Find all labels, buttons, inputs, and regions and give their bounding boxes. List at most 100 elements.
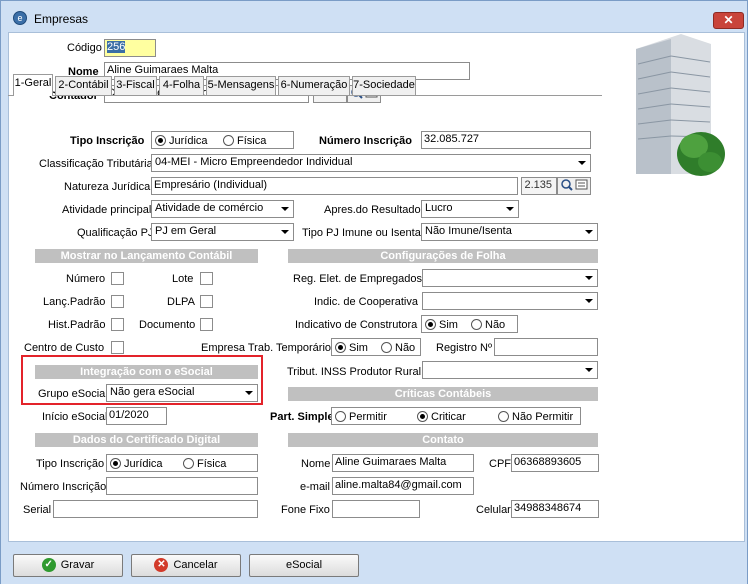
lancamento-section-header: Mostrar no Lançamento Contábil bbox=[35, 249, 258, 263]
chevron-down-icon bbox=[578, 161, 586, 165]
natureza-label: Natureza Jurídica bbox=[64, 181, 151, 193]
natureza-search-button[interactable] bbox=[557, 177, 591, 195]
nao-permitir-radio[interactable] bbox=[498, 411, 509, 422]
reg-elet-select[interactable] bbox=[422, 269, 598, 287]
tipo-pj-value: Não Imune/Isenta bbox=[425, 225, 512, 237]
cpf-input[interactable]: 06368893605 bbox=[511, 454, 599, 472]
gravar-button[interactable]: ✓ Gravar bbox=[13, 554, 123, 577]
building-icon bbox=[636, 34, 725, 176]
tab-folha[interactable]: 4-Folha bbox=[159, 76, 204, 95]
folha-section-header: Configurações de Folha bbox=[288, 249, 598, 263]
celular-input[interactable]: 34988348674 bbox=[511, 500, 599, 518]
lote-checkbox[interactable] bbox=[200, 272, 213, 285]
cpf-label: CPF bbox=[489, 458, 511, 470]
class-trib-select[interactable]: 04-MEI - Micro Empreendedor Individual bbox=[151, 154, 591, 172]
tipo-fisica-radio[interactable] bbox=[223, 135, 234, 146]
documento-checkbox[interactable] bbox=[200, 318, 213, 331]
cancel-icon: ✕ bbox=[154, 558, 169, 573]
constr-sim-radio[interactable] bbox=[425, 319, 436, 330]
cancelar-label: Cancelar bbox=[173, 559, 218, 571]
atividade-select[interactable]: Atividade de comércio bbox=[151, 200, 294, 218]
centro-custo-checkbox[interactable] bbox=[111, 341, 124, 354]
close-button[interactable]: ✕ bbox=[713, 12, 744, 29]
indic-coop-select[interactable] bbox=[422, 292, 598, 310]
tab-mensagens[interactable]: 5-Mensagens bbox=[206, 76, 276, 95]
tipo-juridica-label: Jurídica bbox=[169, 135, 208, 147]
tab-fiscal[interactable]: 3-Fiscal bbox=[114, 76, 157, 95]
trab-sim-label: Sim bbox=[349, 342, 368, 354]
natureza-input[interactable]: Empresário (Individual) bbox=[151, 177, 518, 195]
lote-label: Lote bbox=[172, 273, 194, 285]
qualif-label: Qualificação PJ bbox=[77, 227, 154, 239]
lanc-padrao-checkbox[interactable] bbox=[111, 295, 124, 308]
search-icon bbox=[561, 179, 588, 191]
tipo-pj-label: Tipo PJ Imune ou Isenta bbox=[302, 227, 421, 239]
trab-nao-radio[interactable] bbox=[381, 342, 392, 353]
permitir-label: Permitir bbox=[349, 411, 387, 423]
tipo-pj-select[interactable]: Não Imune/Isenta bbox=[421, 223, 598, 241]
empresas-window: e Empresas ✕ Código 256 Nome Aline Guima… bbox=[0, 0, 748, 584]
class-trib-value: 04-MEI - Micro Empreendedor Individual bbox=[155, 156, 353, 168]
documento-label: Documento bbox=[139, 319, 196, 331]
tab-sociedade[interactable]: 7-Sociedade bbox=[352, 76, 416, 95]
esocial-button[interactable]: eSocial bbox=[249, 554, 359, 577]
cert-fisica-radio[interactable] bbox=[183, 458, 194, 469]
tab-contabil[interactable]: 2-Contábil bbox=[55, 76, 112, 95]
tab-numeracao[interactable]: 6-Numeração bbox=[278, 76, 350, 95]
app-icon: e bbox=[13, 11, 27, 25]
contato-nome-label: Nome bbox=[301, 458, 331, 470]
tipo-fisica-label: Física bbox=[237, 135, 267, 147]
tab-geral[interactable]: 1-Geral bbox=[13, 74, 53, 96]
empresa-trab-label: Empresa Trab. Temporário bbox=[201, 342, 332, 354]
footer-bar: ✓ Gravar ✕ Cancelar eSocial bbox=[1, 544, 747, 584]
numero-inscricao-input[interactable]: 32.085.727 bbox=[421, 131, 591, 149]
trab-sim-radio[interactable] bbox=[335, 342, 346, 353]
codigo-value: 256 bbox=[107, 41, 126, 53]
chevron-down-icon bbox=[585, 299, 593, 303]
qualif-select[interactable]: PJ em Geral bbox=[151, 223, 294, 241]
apres-label: Apres.do Resultado bbox=[324, 204, 421, 216]
celular-label: Celular bbox=[476, 504, 511, 516]
cert-juridica-radio[interactable] bbox=[110, 458, 121, 469]
contato-nome-input[interactable]: Aline Guimaraes Malta bbox=[332, 454, 474, 472]
inicio-esocial-input[interactable]: 01/2020 bbox=[106, 407, 167, 425]
criticar-radio[interactable] bbox=[417, 411, 428, 422]
email-input[interactable]: aline.malta84@gmail.com bbox=[332, 477, 474, 495]
tipo-inscricao-label: Tipo Inscrição bbox=[70, 135, 145, 147]
centro-custo-label: Centro de Custo bbox=[24, 342, 105, 354]
indic-constr-label: Indicativo de Construtora bbox=[295, 319, 418, 331]
apres-value: Lucro bbox=[425, 202, 453, 214]
reg-elet-label: Reg. Elet. de Empregados bbox=[293, 273, 423, 285]
cancelar-button[interactable]: ✕ Cancelar bbox=[131, 554, 241, 577]
cert-tipo-label: Tipo Inscrição bbox=[36, 458, 105, 470]
constr-sim-label: Sim bbox=[439, 319, 458, 331]
atividade-value: Atividade de comércio bbox=[155, 202, 264, 214]
numero-checkbox[interactable] bbox=[111, 272, 124, 285]
apres-select[interactable]: Lucro bbox=[421, 200, 519, 218]
natureza-code[interactable]: 2.135 bbox=[521, 177, 557, 195]
certificado-section-header: Dados do Certificado Digital bbox=[35, 433, 258, 447]
cert-serial-input[interactable] bbox=[53, 500, 258, 518]
hist-padrao-label: Hist.Padrão bbox=[48, 319, 106, 331]
cert-numero-input[interactable] bbox=[106, 477, 258, 495]
tribut-inss-select[interactable] bbox=[422, 361, 598, 379]
permitir-radio[interactable] bbox=[335, 411, 346, 422]
contato-section-header: Contato bbox=[288, 433, 598, 447]
constr-nao-radio[interactable] bbox=[471, 319, 482, 330]
dlpa-checkbox[interactable] bbox=[200, 295, 213, 308]
registro-input[interactable] bbox=[494, 338, 598, 356]
chevron-down-icon bbox=[281, 207, 289, 211]
chevron-down-icon bbox=[585, 368, 593, 372]
fone-input[interactable] bbox=[332, 500, 420, 518]
codigo-input[interactable]: 256 bbox=[104, 39, 156, 57]
tipo-juridica-radio[interactable] bbox=[155, 135, 166, 146]
fone-label: Fone Fixo bbox=[281, 504, 330, 516]
chevron-down-icon bbox=[585, 230, 593, 234]
window-title: Empresas bbox=[34, 12, 89, 26]
registro-label: Registro Nº bbox=[436, 342, 492, 354]
qualif-value: PJ em Geral bbox=[155, 225, 217, 237]
hist-padrao-checkbox[interactable] bbox=[111, 318, 124, 331]
codigo-label: Código bbox=[67, 42, 102, 54]
cert-numero-label: Número Inscrição bbox=[20, 481, 107, 493]
tab-baseline bbox=[8, 95, 602, 96]
